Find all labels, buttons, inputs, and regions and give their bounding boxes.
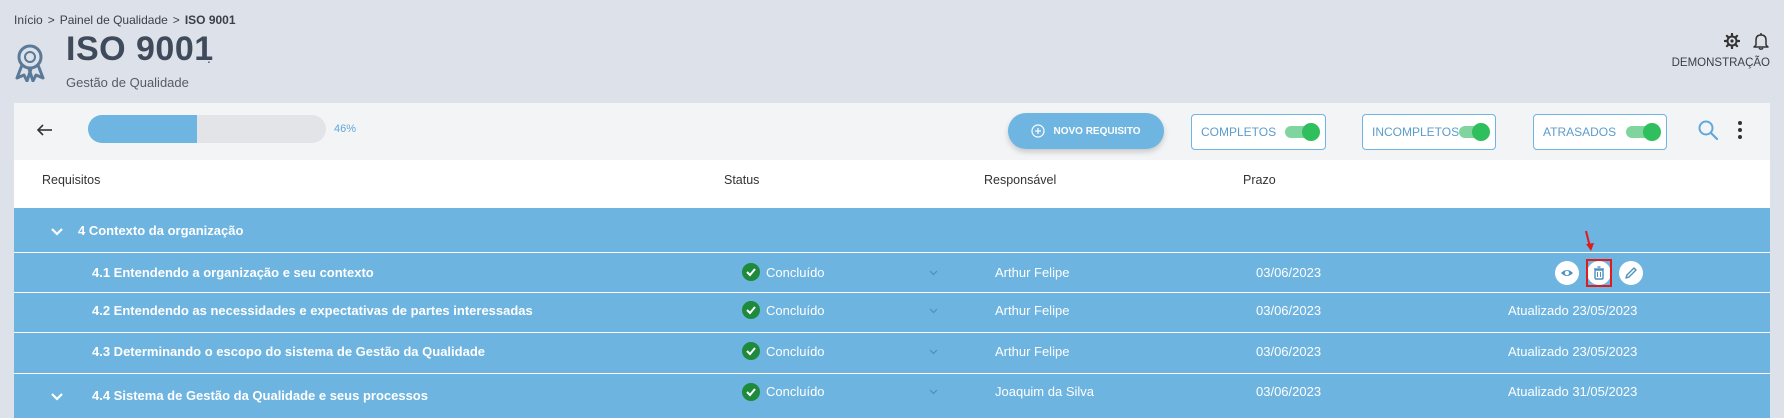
breadcrumb-separator: > <box>172 13 180 27</box>
back-arrow-icon[interactable] <box>36 121 54 139</box>
filter-completos[interactable]: COMPLETOS <box>1191 114 1326 150</box>
chevron-down-icon[interactable] <box>929 308 938 314</box>
filter-label: ATRASADOS <box>1543 125 1617 139</box>
group-label: 4 Contexto da organização <box>78 223 244 238</box>
chevron-down-icon[interactable] <box>929 389 938 395</box>
page-title: ISO 9001 <box>66 30 214 68</box>
view-button[interactable] <box>1555 261 1579 285</box>
chevron-down-icon[interactable] <box>50 227 64 237</box>
toggle-switch[interactable] <box>1626 123 1661 141</box>
toolbar: 46% NOVO REQUISITO COMPLETOS INCOMPLETOS… <box>14 103 1770 160</box>
progress-bar <box>88 115 326 143</box>
chevron-down-icon[interactable] <box>50 392 64 402</box>
breadcrumb-current: ISO 9001 <box>184 13 236 27</box>
filter-incompletos[interactable]: INCOMPLETOS <box>1362 114 1496 150</box>
breadcrumb-home[interactable]: Início <box>14 13 43 27</box>
new-requirement-button[interactable]: NOVO REQUISITO <box>1008 113 1164 149</box>
check-circle-icon <box>742 263 760 281</box>
requirements-panel: 46% NOVO REQUISITO COMPLETOS INCOMPLETOS… <box>14 103 1770 418</box>
table-row[interactable]: 4.2 Entendendo as necessidades e expecta… <box>14 293 1770 333</box>
title-dot: . <box>207 50 211 66</box>
column-header-owner[interactable]: Responsável <box>984 173 1056 187</box>
eye-icon <box>1561 270 1573 276</box>
status-text: Concluído <box>766 265 825 280</box>
chevron-down-icon[interactable] <box>929 349 938 355</box>
due-text: 03/06/2023 <box>1256 265 1322 280</box>
updated-text: Atualizado 31/05/2023 <box>1508 384 1638 399</box>
filter-label: INCOMPLETOS <box>1372 125 1460 139</box>
filter-atrasados[interactable]: ATRASADOS <box>1533 114 1667 150</box>
page-subtitle: Gestão de Qualidade <box>66 75 189 90</box>
pencil-icon <box>1625 267 1637 279</box>
updated-text: Atualizado 23/05/2023 <box>1508 303 1638 318</box>
status-text: Concluído <box>766 344 825 359</box>
search-icon[interactable] <box>1698 120 1718 140</box>
group-row[interactable]: 4 Contexto da organização <box>14 208 1770 253</box>
bell-icon[interactable] <box>1753 32 1769 50</box>
table-row[interactable]: 4.1 Entendendo a organização e seu conte… <box>14 253 1770 293</box>
due-text: 03/06/2023 <box>1256 303 1322 318</box>
column-header-due[interactable]: Prazo <box>1243 173 1276 187</box>
check-circle-icon <box>742 342 760 360</box>
check-circle-icon <box>742 383 760 401</box>
owner-text: Arthur Felipe <box>995 303 1070 318</box>
chevron-down-icon[interactable] <box>929 270 938 276</box>
owner-text: Arthur Felipe <box>995 265 1070 280</box>
progress-fill <box>88 115 198 143</box>
highlight-box <box>1586 259 1612 287</box>
toggle-switch[interactable] <box>1285 123 1320 141</box>
red-arrow-annotation <box>1585 230 1594 251</box>
toggle-switch[interactable] <box>1459 123 1490 141</box>
more-options-icon[interactable] <box>1737 120 1743 140</box>
plus-circle-icon <box>1031 124 1046 138</box>
requirement-label: 4.4 Sistema de Gestão da Qualidade e seu… <box>92 388 428 403</box>
edit-button[interactable] <box>1619 261 1643 285</box>
status-text: Concluído <box>766 384 825 399</box>
table-row[interactable]: 4.3 Determinando o escopo do sistema de … <box>14 333 1770 374</box>
gear-icon[interactable] <box>1724 33 1740 49</box>
table-row[interactable]: 4.4 Sistema de Gestão da Qualidade e seu… <box>14 374 1770 418</box>
updated-text: Atualizado 23/05/2023 <box>1508 344 1638 359</box>
requirement-label: 4.3 Determinando o escopo do sistema de … <box>92 344 485 359</box>
column-header-status[interactable]: Status <box>724 173 759 187</box>
new-requirement-label: NOVO REQUISITO <box>1053 125 1141 137</box>
user-name[interactable]: DEMONSTRAÇÃO <box>1672 57 1770 69</box>
breadcrumb-separator: > <box>47 13 55 27</box>
progress-label: 46% <box>334 123 357 135</box>
breadcrumb: Início > Painel de Qualidade > ISO 9001 <box>14 13 236 27</box>
due-text: 03/06/2023 <box>1256 344 1322 359</box>
due-text: 03/06/2023 <box>1256 384 1322 399</box>
check-circle-icon <box>742 301 760 319</box>
award-icon <box>15 44 45 82</box>
owner-text: Arthur Felipe <box>995 344 1070 359</box>
requirement-label: 4.1 Entendendo a organização e seu conte… <box>92 265 374 280</box>
column-header-requirements[interactable]: Requisitos <box>42 173 100 187</box>
filter-label: COMPLETOS <box>1201 125 1277 139</box>
requirement-label: 4.2 Entendendo as necessidades e expecta… <box>92 303 533 318</box>
owner-text: Joaquim da Silva <box>995 384 1094 399</box>
status-text: Concluído <box>766 303 825 318</box>
breadcrumb-parent[interactable]: Painel de Qualidade <box>60 13 168 27</box>
